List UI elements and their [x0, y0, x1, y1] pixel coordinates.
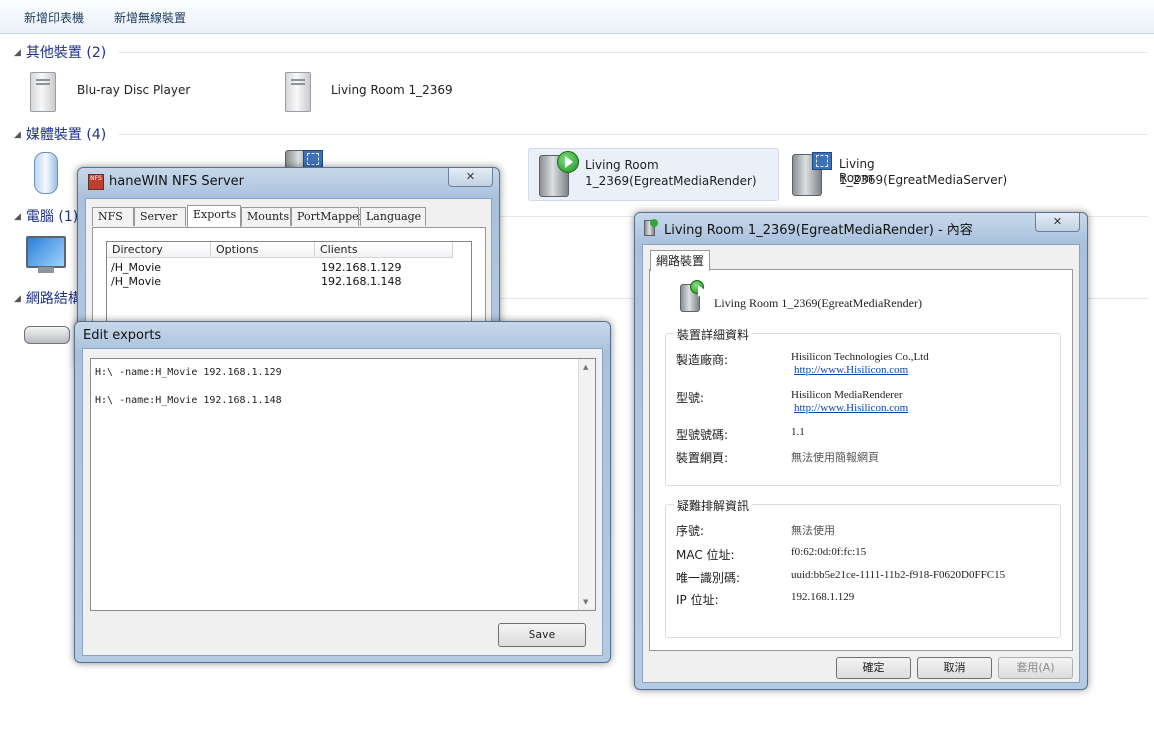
uid-value: uuid:bb5e21ce-1111-11b2-f918-F0620D0FFC1…: [791, 569, 1006, 581]
export-line-2: H:\ -name:H_Movie 192.168.1.148: [95, 395, 282, 406]
ok-button[interactable]: 確定: [836, 657, 911, 679]
group-label: 其他裝置 (2): [25, 45, 107, 61]
network-device-page: Living Room 1_2369(EgreatMediaRender) 裝置…: [649, 269, 1073, 651]
troubleshooting-group: 疑難排解資訊 序號: 無法使用 MAC 位址: f0:62:0d:0f:fc:1…: [665, 497, 1061, 638]
properties-client-area: 網路裝置 Living Room 1_2369(EgreatMediaRende…: [642, 244, 1080, 683]
edit-exports-window[interactable]: Edit exports H:\ -name:H_Movie 192.168.1…: [74, 321, 611, 663]
close-button[interactable]: ✕: [1035, 213, 1080, 232]
phone-icon: [34, 152, 58, 194]
command-bar: 新增印表機 新增無線裝置: [0, 0, 1154, 34]
device-label: Blu-ray Disc Player: [77, 83, 191, 97]
tab-portmapper[interactable]: PortMapper: [291, 207, 364, 226]
collapse-icon: ◢: [14, 294, 21, 304]
film-icon: [303, 150, 323, 168]
group-title: 疑難排解資訊: [674, 497, 753, 514]
device-phone[interactable]: [26, 150, 66, 196]
window-title: Edit exports: [83, 328, 162, 343]
tab-language[interactable]: Language: [360, 207, 426, 226]
uid-label: 唯一識別碼:: [676, 571, 741, 585]
film-icon: [812, 152, 832, 170]
collapse-icon: ◢: [14, 130, 21, 140]
cancel-button[interactable]: 取消: [917, 657, 992, 679]
model-link[interactable]: http://www.Hisilicon.com: [794, 402, 908, 414]
device-name: Living Room 1_2369(EgreatMediaRender): [714, 296, 922, 310]
device-label-line2: 1_2369(EgreatMediaRender): [585, 174, 757, 188]
model-value: Hisilicon MediaRenderer: [791, 389, 903, 401]
group-divider: [118, 52, 1148, 53]
nfs-app-icon: NFS: [88, 174, 104, 190]
scroll-up-icon[interactable]: ▲: [583, 363, 588, 371]
group-label: 電腦 (1): [25, 209, 79, 225]
tab-network-device[interactable]: 網路裝置: [650, 250, 711, 271]
add-wireless-device-button[interactable]: 新增無線裝置: [114, 9, 186, 26]
device-label-line1: Living Room: [585, 158, 659, 172]
scroll-down-icon[interactable]: ▼: [583, 598, 588, 606]
column-options[interactable]: Options: [211, 242, 315, 258]
serial-label: 序號:: [676, 524, 705, 538]
group-label: 媒體裝置 (4): [25, 127, 107, 143]
group-divider: [500, 298, 634, 299]
ip-value: 192.168.1.129: [791, 591, 855, 603]
group-divider: [1088, 216, 1148, 217]
device-tower-icon: [285, 72, 311, 112]
vertical-scrollbar[interactable]: ▲ ▼: [578, 359, 595, 610]
play-badge-icon: [690, 280, 706, 297]
tab-nfs[interactable]: NFS: [92, 207, 134, 226]
group-network[interactable]: ◢ 網路結構: [14, 288, 82, 308]
collapse-icon: ◢: [14, 212, 21, 222]
apply-button[interactable]: 套用(A): [998, 657, 1073, 679]
edit-client-area: H:\ -name:H_Movie 192.168.1.129 H:\ -nam…: [82, 348, 603, 656]
add-printer-button[interactable]: 新增印表機: [24, 9, 84, 26]
group-title: 裝置詳細資料: [674, 326, 753, 343]
device-label: Living Room 1_2369: [331, 83, 453, 97]
group-divider: [500, 216, 634, 217]
group-label: 網路結構: [25, 291, 82, 307]
window-title: Living Room 1_2369(EgreatMediaRender) - …: [664, 223, 973, 238]
monitor-stand: [38, 267, 54, 273]
play-badge-icon: [650, 219, 658, 227]
device-details-group: 裝置詳細資料 製造廠商: Hisilicon Technologies Co.,…: [665, 326, 1061, 486]
manufacturer-value: Hisilicon Technologies Co.,Ltd: [791, 351, 929, 363]
model-number-value: 1.1: [791, 426, 805, 438]
export-line-1: H:\ -name:H_Movie 192.168.1.129: [95, 367, 282, 378]
exports-list[interactable]: Directory Options Clients /H_Movie 192.1…: [106, 241, 472, 333]
properties-window[interactable]: Living Room 1_2369(EgreatMediaRender) - …: [634, 212, 1088, 690]
device-label-line2: 1_2369(EgreatMediaServer): [839, 173, 1008, 187]
device-tower-icon: [30, 72, 56, 112]
tab-exports[interactable]: Exports: [187, 205, 241, 227]
group-media-devices[interactable]: ◢ 媒體裝置 (4): [14, 124, 106, 144]
play-icon: [557, 151, 579, 173]
window-title: haneWIN NFS Server: [109, 174, 244, 189]
manufacturer-label: 製造廠商:: [676, 353, 729, 367]
save-button[interactable]: Save: [498, 623, 586, 647]
webpage-label: 裝置網頁:: [676, 451, 729, 465]
close-button[interactable]: ✕: [448, 168, 493, 187]
collapse-icon: ◢: [14, 48, 21, 58]
router-icon: [24, 326, 70, 344]
group-divider: [1088, 298, 1148, 299]
group-other-devices[interactable]: ◢ 其他裝置 (2): [14, 42, 106, 62]
tab-mounts[interactable]: Mounts: [241, 207, 291, 226]
group-divider: [118, 134, 1148, 135]
webpage-value: 無法使用簡報網頁: [791, 451, 879, 464]
device-media-render[interactable]: Living Room 1_2369(EgreatMediaRender): [528, 148, 779, 201]
tab-server[interactable]: Server: [134, 207, 186, 226]
column-clients[interactable]: Clients: [315, 242, 453, 258]
group-computer[interactable]: ◢ 電腦 (1): [14, 206, 78, 226]
column-directory[interactable]: Directory: [107, 242, 211, 258]
mac-value: f0:62:0d:0f:fc:15: [791, 546, 867, 558]
model-label: 型號:: [676, 391, 705, 405]
tab-strip: NFS Server Exports Mounts PortMapper Lan…: [92, 205, 485, 229]
row-2-directory[interactable]: /H_Movie: [111, 275, 161, 288]
row-1-clients[interactable]: 192.168.1.129: [321, 261, 401, 274]
ip-label: IP 位址:: [676, 593, 719, 607]
row-1-directory[interactable]: /H_Movie: [111, 261, 161, 274]
row-2-clients[interactable]: 192.168.1.148: [321, 275, 401, 288]
mac-label: MAC 位址:: [676, 548, 735, 562]
exports-textarea[interactable]: H:\ -name:H_Movie 192.168.1.129 H:\ -nam…: [90, 358, 596, 611]
model-number-label: 型號號碼:: [676, 428, 729, 442]
serial-value: 無法使用: [791, 524, 835, 537]
manufacturer-link[interactable]: http://www.Hisilicon.com: [794, 364, 908, 376]
monitor-icon: [26, 236, 66, 268]
